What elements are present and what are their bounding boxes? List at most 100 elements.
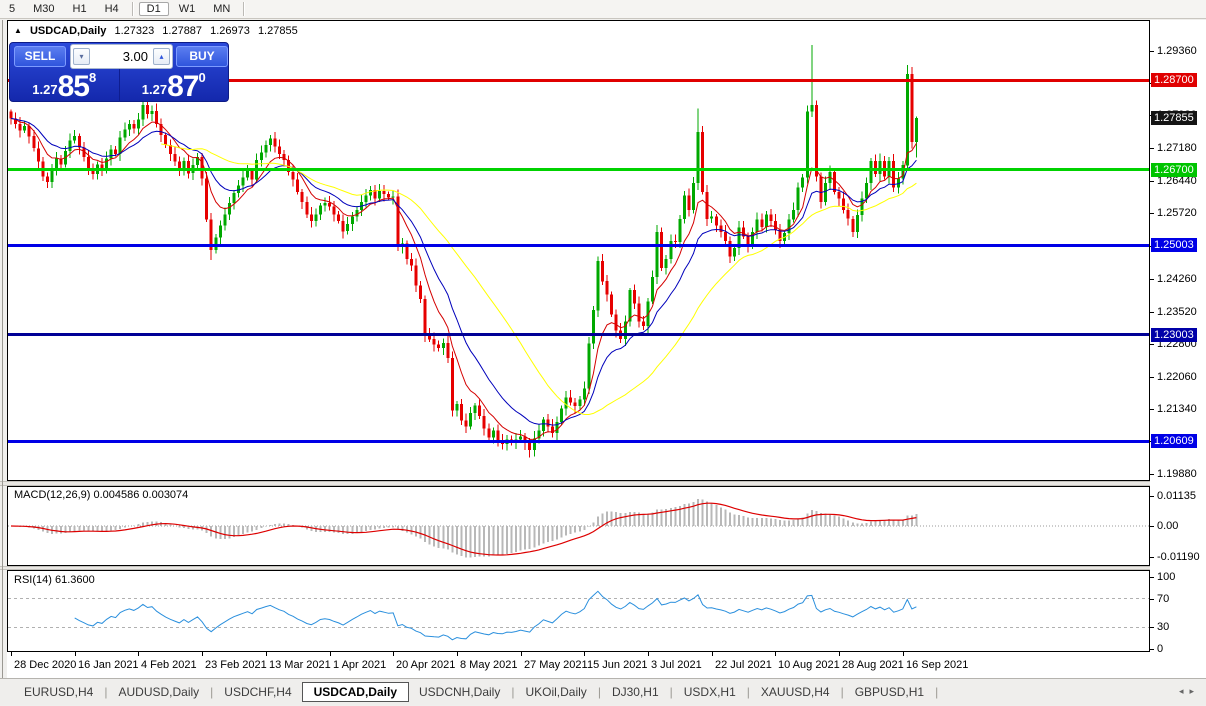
macd-signal-line (10, 502, 917, 556)
buy-price-display[interactable]: 1.27 87 0 (120, 69, 229, 102)
sell-button[interactable]: SELL (14, 45, 66, 67)
collapse-triangle-icon[interactable]: ▲ (14, 26, 22, 35)
tab-scroll-left-icon[interactable]: ◂ (1179, 686, 1190, 696)
date-tick-label: 13 Mar 2021 (269, 659, 331, 671)
sell-price-prefix: 1.27 (32, 82, 58, 97)
chart-tab-gbpusd[interactable]: GBPUSD,H1 (845, 683, 934, 701)
date-tick-label: 8 May 2021 (460, 659, 518, 671)
date-tick-label: 16 Jan 2021 (78, 659, 139, 671)
date-tick-mark (75, 652, 76, 656)
date-tick-mark (330, 652, 331, 656)
chart-tab-dj30[interactable]: DJ30,H1 (602, 683, 669, 701)
date-tick-mark (202, 652, 203, 656)
price-badge-level[interactable]: 1.20609 (1151, 434, 1197, 448)
rsi-label: RSI(14) 61.3600 (14, 574, 95, 586)
chart-tab-usdcad[interactable]: USDCAD,Daily (301, 682, 409, 702)
price-tick-mark (1150, 474, 1154, 475)
macd-tick-label: 0.00 (1157, 520, 1179, 532)
price-tick-label: 1.23520 (1157, 306, 1197, 318)
ohlc-low: 1.26973 (210, 25, 250, 37)
date-tick-label: 28 Dec 2020 (14, 659, 77, 671)
chart-tab-eurusd[interactable]: EURUSD,H4 (14, 683, 103, 701)
chart-symbol: USDCAD,Daily (29, 25, 107, 37)
price-badge-level[interactable]: 1.26700 (1151, 163, 1197, 177)
ma-ema8-line (10, 117, 917, 440)
price-tick-label: 1.22060 (1157, 371, 1197, 383)
date-tick-mark (11, 652, 12, 656)
price-tick-mark (1150, 148, 1154, 149)
timeframe-button-h1[interactable]: H1 (65, 2, 95, 16)
rsi-tick-mark (1150, 627, 1154, 628)
sell-price-display[interactable]: 1.27 85 8 (10, 69, 119, 102)
macd-tick-mark (1150, 496, 1154, 497)
tab-separator: | (210, 685, 214, 699)
candles-layer (9, 45, 918, 458)
tab-separator: | (840, 685, 844, 699)
date-tick-mark (521, 652, 522, 656)
price-tick-mark (1150, 51, 1154, 52)
price-tick-label: 1.25720 (1157, 207, 1197, 219)
buy-button[interactable]: BUY (176, 45, 228, 67)
date-tick-label: 15 Jun 2021 (587, 659, 648, 671)
price-tick-mark (1150, 312, 1154, 313)
chart-tab-usdchf[interactable]: USDCHF,H4 (214, 683, 301, 701)
time-scale[interactable]: 28 Dec 2020 16 Jan 2021 4 Feb 2021 23 Feb 2… (7, 652, 1150, 678)
tab-scroll-arrows[interactable]: ◂▸ (1179, 686, 1200, 697)
horizontal-levels-layer[interactable] (8, 78, 1149, 443)
chart-tab-audusd[interactable]: AUDUSD,Daily (108, 683, 209, 701)
rsi-tick-label: 100 (1157, 571, 1176, 583)
price-tick-mark (1150, 279, 1154, 280)
date-tick-mark (457, 652, 458, 656)
ohlc-open: 1.27323 (114, 25, 155, 37)
price-scale[interactable]: 1.293601.286401.279201.271801.264401.257… (1150, 20, 1206, 678)
date-tick-mark (266, 652, 267, 656)
moving-averages-layer (10, 117, 917, 440)
tab-scroll-right-icon[interactable]: ▸ (1189, 686, 1200, 696)
date-tick-label: 4 Feb 2021 (141, 659, 197, 671)
timeframe-button-mn[interactable]: MN (205, 2, 238, 16)
price-tick-label: 1.21340 (1157, 403, 1197, 415)
date-tick-label: 3 Jul 2021 (651, 659, 702, 671)
price-badge-level[interactable]: 1.23003 (1151, 328, 1197, 342)
chart-tab-usdcnh[interactable]: USDCNH,Daily (409, 683, 510, 701)
price-tick-mark (1150, 213, 1154, 214)
timeframe-button-d1[interactable]: D1 (138, 2, 169, 16)
rsi-tick-label: 70 (1157, 593, 1170, 605)
tab-separator: | (597, 685, 601, 699)
date-tick-mark (903, 652, 904, 656)
timeframe-button-m30[interactable]: M30 (25, 2, 62, 16)
date-tick-label: 22 Jul 2021 (715, 659, 772, 671)
price-badge-level[interactable]: 1.25003 (1151, 238, 1197, 252)
chart-tab-xauusd[interactable]: XAUUSD,H4 (751, 683, 840, 701)
timeframe-toolbar: 5 M30 H1 H4 D1 W1 MN (0, 0, 1206, 19)
price-tick-label: 1.27180 (1157, 142, 1197, 154)
sell-price-pipette: 8 (88, 70, 97, 85)
date-tick-mark (839, 652, 840, 656)
volume-increase-button[interactable]: ▴ (153, 47, 170, 65)
date-tick-label: 1 Apr 2021 (333, 659, 387, 671)
timeframe-button-w1[interactable]: W1 (171, 2, 204, 16)
date-tick-mark (648, 652, 649, 656)
price-tick-mark (1150, 181, 1154, 182)
rsi-canvas[interactable] (8, 571, 1149, 651)
sell-price-big: 85 (57, 70, 90, 103)
buy-price-big: 87 (167, 70, 199, 103)
macd-tick-mark (1150, 557, 1154, 558)
rsi-tick-label: 30 (1157, 621, 1170, 633)
chart-tab-bar: EURUSD,H4 | AUDUSD,Daily | USDCHF,H4 USDCAD,D… (0, 678, 1206, 705)
volume-decrease-button[interactable]: ▾ (73, 47, 90, 65)
rsi-tick-mark (1150, 649, 1154, 650)
timeframe-button-h4[interactable]: H4 (97, 2, 127, 16)
price-tick-mark (1150, 344, 1154, 345)
toolbar-separator (131, 2, 134, 16)
price-badge-level[interactable]: 1.28700 (1151, 73, 1197, 87)
price-tick-mark (1150, 409, 1154, 410)
ohlc-high: 1.27887 (162, 25, 203, 37)
price-tick-label: 1.29360 (1157, 45, 1197, 57)
volume-input[interactable] (92, 47, 151, 65)
chart-tab-ukoil[interactable]: UKOil,Daily (515, 683, 596, 701)
window-left-edge (2, 20, 3, 678)
date-tick-label: 16 Sep 2021 (906, 659, 969, 671)
timeframe-button-5[interactable]: 5 (1, 2, 23, 16)
chart-tab-usdx[interactable]: USDX,H1 (674, 683, 746, 701)
